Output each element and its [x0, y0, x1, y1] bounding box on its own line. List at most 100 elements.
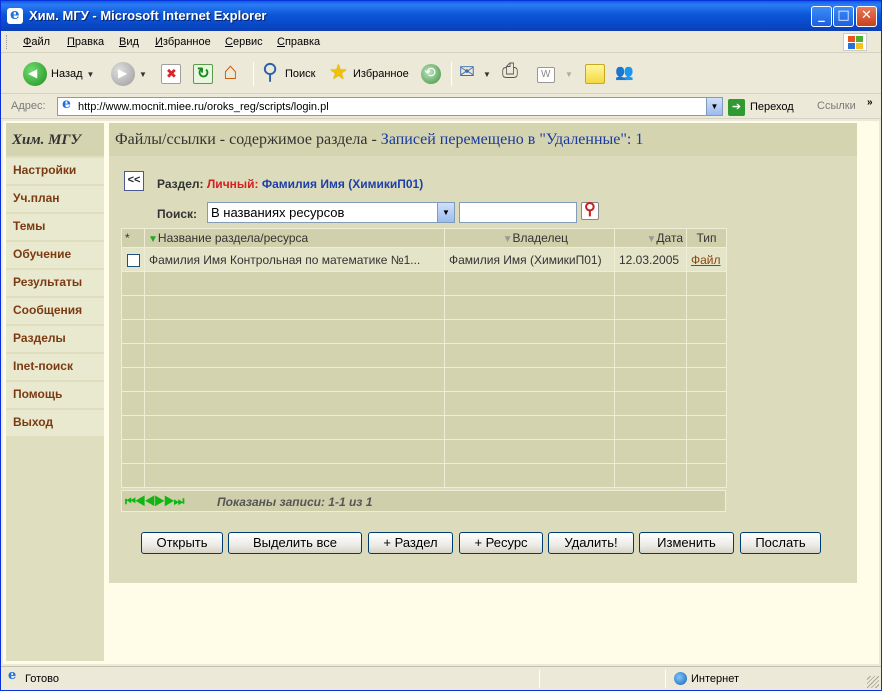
menu-help[interactable]: Справка: [277, 36, 320, 48]
notes-button[interactable]: [585, 60, 605, 88]
row-checkbox[interactable]: [126, 253, 140, 267]
address-input[interactable]: http://www.mocnit.miee.ru/oroks_reg/scri…: [57, 96, 723, 116]
maximize-button[interactable]: □: [833, 6, 854, 27]
nav-help[interactable]: Помощь: [6, 382, 104, 408]
chevron-down-icon[interactable]: ▼: [437, 203, 454, 222]
menubar-grip[interactable]: [6, 35, 9, 49]
back-dropdown-icon[interactable]: ▼: [87, 70, 95, 79]
go-arrow-icon: ➔: [728, 98, 745, 116]
links-button[interactable]: Ссылки: [817, 100, 856, 112]
column-name[interactable]: ▼Название раздела/ресурса: [144, 228, 445, 248]
close-button[interactable]: ✕: [856, 6, 877, 27]
search-submit-icon[interactable]: [581, 199, 599, 220]
nav-results[interactable]: Результаты: [6, 270, 104, 296]
edit-dropdown-icon[interactable]: ▼: [565, 70, 573, 79]
messenger-icon: [615, 63, 635, 84]
row-name[interactable]: Фамилия Имя Контрольная по математике №1…: [144, 247, 445, 272]
resize-grip[interactable]: [867, 676, 879, 688]
forward-button[interactable]: ▼: [111, 60, 147, 88]
search-field-label: Поиск:: [157, 207, 198, 221]
sort-icon: ▼: [646, 234, 657, 245]
address-bar: Адрес: http://www.mocnit.miee.ru/oroks_r…: [1, 95, 881, 119]
back-button[interactable]: Назад ▼: [23, 60, 94, 88]
table-row[interactable]: Фамилия Имя Контрольная по математике №1…: [121, 247, 727, 272]
favorites-button[interactable]: Избранное: [329, 60, 409, 88]
mail-button[interactable]: ▼: [459, 60, 491, 88]
print-icon: [501, 60, 521, 84]
note-icon: [585, 64, 605, 84]
print-button[interactable]: [501, 60, 521, 88]
mail-icon: [459, 61, 479, 84]
links-chevron-icon[interactable]: »: [867, 97, 873, 108]
nav-learning[interactable]: Обучение: [6, 242, 104, 268]
edit-record-button[interactable]: Изменить: [639, 532, 734, 554]
nav-settings[interactable]: Настройки: [6, 158, 104, 184]
search-scope-select[interactable]: В названиях ресурсов ▼: [207, 202, 455, 223]
page-content: Хим. МГУ Настройки Уч.план Темы Обучение…: [3, 121, 879, 664]
edit-button[interactable]: ▼: [537, 60, 573, 88]
column-select-all: *: [121, 228, 145, 248]
back-arrow-icon: [23, 62, 47, 86]
table-row-empty: [121, 271, 727, 296]
go-label: Переход: [750, 101, 794, 113]
section-label: Раздел:: [157, 177, 204, 191]
menu-edit[interactable]: Правка: [67, 36, 104, 48]
nav-messages[interactable]: Сообщения: [6, 298, 104, 324]
nav-topics[interactable]: Темы: [6, 214, 104, 240]
status-divider: [665, 670, 666, 688]
column-date[interactable]: ▼Дата: [614, 228, 687, 248]
history-button[interactable]: [421, 60, 441, 88]
messenger-button[interactable]: [615, 60, 635, 88]
search-scope-value: В названиях ресурсов: [211, 205, 345, 220]
forward-dropdown-icon[interactable]: ▼: [139, 70, 147, 79]
table-row-empty: [121, 439, 727, 464]
row-owner: Фамилия Имя (ХимикиП01): [444, 247, 615, 272]
send-button[interactable]: Послать: [740, 532, 821, 554]
address-url[interactable]: http://www.mocnit.miee.ru/oroks_reg/scri…: [78, 101, 329, 113]
column-type: Тип: [686, 228, 727, 248]
security-zone: Интернет: [691, 673, 739, 685]
address-dropdown-icon[interactable]: ▼: [706, 98, 722, 115]
menu-tools[interactable]: Сервис: [225, 36, 263, 48]
pager-nav-icons[interactable]: ⏮◀◀▶▶⏭: [125, 494, 184, 509]
open-button[interactable]: Открыть: [141, 532, 223, 554]
address-label: Адрес:: [11, 100, 46, 112]
moved-status: Записей перемещено в "Удаленные": 1: [380, 131, 644, 148]
menu-favorites[interactable]: Избранное: [155, 36, 211, 48]
title-bar[interactable]: Хим. МГУ - Microsoft Internet Explorer _…: [1, 1, 881, 31]
nav-exit[interactable]: Выход: [6, 410, 104, 436]
pager-status: Показаны записи: 1-1 из 1: [217, 495, 373, 509]
minimize-button[interactable]: _: [811, 6, 832, 27]
nav-sections[interactable]: Разделы: [6, 326, 104, 352]
search-input[interactable]: [459, 202, 577, 223]
pager: ⏮◀◀▶▶⏭ Показаны записи: 1-1 из 1: [121, 490, 726, 512]
stop-button[interactable]: [161, 60, 181, 88]
favorites-label: Избранное: [353, 68, 409, 80]
page-title-text: Файлы/ссылки - содержимое раздела -: [115, 131, 381, 148]
menu-file[interactable]: Файл: [23, 36, 50, 48]
menu-view[interactable]: Вид: [119, 36, 139, 48]
toolbar: Назад ▼ ▼ Поиск Избранное: [1, 54, 881, 94]
row-type-link[interactable]: Файл: [686, 247, 727, 272]
home-button[interactable]: [223, 58, 243, 88]
forward-arrow-icon: [111, 62, 135, 86]
select-all-button[interactable]: Выделить все: [228, 532, 362, 554]
table-row-empty: [121, 319, 727, 344]
delete-button[interactable]: Удалить!: [548, 532, 634, 554]
back-label: Назад: [51, 68, 83, 80]
column-owner[interactable]: ▼Владелец: [444, 228, 615, 248]
back-to-parent-button[interactable]: <<: [124, 171, 144, 191]
table-row-empty: [121, 367, 727, 392]
search-button[interactable]: Поиск: [261, 59, 315, 88]
nav-inet-search[interactable]: Inet-поиск: [6, 354, 104, 380]
ie-app-icon[interactable]: [7, 5, 23, 24]
sort-desc-icon: ▼: [148, 234, 158, 245]
refresh-button[interactable]: [193, 60, 213, 88]
add-resource-button[interactable]: + Ресурс: [459, 532, 543, 554]
mail-dropdown-icon[interactable]: ▼: [483, 70, 491, 79]
add-section-button[interactable]: + Раздел: [368, 532, 453, 554]
go-button[interactable]: ➔ Переход: [728, 98, 794, 116]
nav-study-plan[interactable]: Уч.план: [6, 186, 104, 212]
table-row-empty: [121, 343, 727, 368]
page-title: Файлы/ссылки - содержимое раздела - Запи…: [109, 123, 857, 156]
